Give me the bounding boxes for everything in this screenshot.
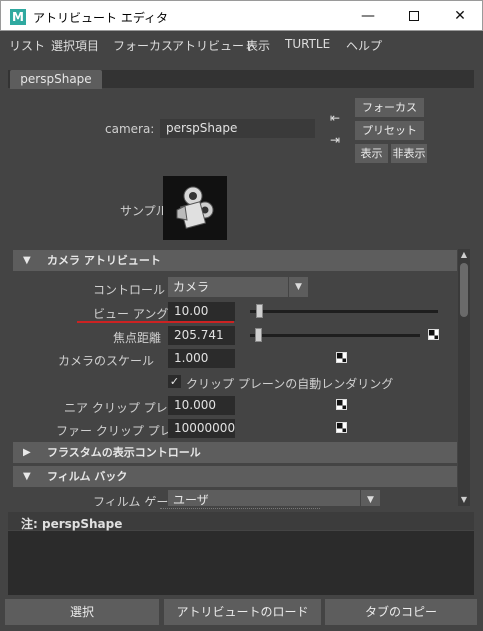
scroll-thumb[interactable] (460, 263, 468, 317)
film-back-header[interactable]: ▼ フィルム バック (13, 466, 457, 487)
chevron-down-icon[interactable]: ▼ (360, 490, 380, 506)
camera-label: camera: (105, 122, 155, 136)
menu-attributes[interactable]: アトリビュート (172, 37, 256, 54)
maximize-icon (409, 11, 419, 21)
checkmark-icon: ✓ (169, 375, 180, 388)
load-attributes-button[interactable]: アトリビュートのロード (164, 599, 321, 625)
menu-show[interactable]: 表示 (246, 37, 270, 54)
camera-attributes-header[interactable]: ▼ カメラ アトリビュート (13, 250, 457, 271)
notes-label: 注: perspShape (21, 517, 123, 531)
view-angle-slider-handle[interactable] (255, 304, 263, 318)
highlight-underline (77, 321, 234, 323)
scroll-up-icon[interactable]: ▲ (458, 249, 470, 261)
map-button-icon[interactable] (336, 399, 347, 410)
input-connections-icon[interactable]: ⇤ (327, 110, 343, 126)
presets-button[interactable]: プリセット (355, 121, 424, 140)
auto-render-clip-checkbox[interactable]: ✓ (168, 375, 181, 388)
focal-length-label: 焦点距離 (113, 331, 162, 345)
show-button[interactable]: 表示 (355, 144, 388, 163)
view-angle-field[interactable]: 10.00 (168, 302, 235, 321)
focal-length-slider-track[interactable] (250, 334, 420, 337)
focal-length-field[interactable]: 205.741 (168, 326, 235, 345)
chevron-down-icon[interactable]: ▼ (288, 277, 308, 297)
expanded-arrow-icon: ▼ (23, 471, 31, 482)
map-button-icon[interactable] (336, 422, 347, 433)
view-angle-slider-track[interactable] (250, 310, 438, 313)
menu-focus[interactable]: フォーカス (113, 37, 173, 54)
vertical-scrollbar[interactable]: ▲ ▼ (458, 249, 470, 506)
select-button[interactable]: 選択 (5, 599, 159, 625)
camera-scale-label: カメラのスケール (58, 354, 155, 368)
auto-render-clip-label: クリップ プレーンの自動レンダリング (186, 377, 394, 391)
map-button-icon[interactable] (336, 352, 347, 363)
expanded-arrow-icon: ▼ (23, 255, 31, 266)
scroll-down-icon[interactable]: ▼ (458, 494, 470, 506)
node-tab-strip: perspShape (8, 70, 474, 89)
camera-scale-field[interactable]: 1.000 (168, 349, 235, 368)
section-title: フラスタムの表示コントロール (47, 446, 201, 459)
collapsed-arrow-icon: ▶ (23, 447, 31, 458)
menu-selected[interactable]: 選択項目 (51, 37, 99, 54)
close-button[interactable]: ✕ (437, 1, 483, 31)
frustum-display-header[interactable]: ▶ フラスタムの表示コントロール (13, 442, 457, 463)
resize-divider[interactable] (160, 508, 320, 509)
sample-label: サンプル (120, 204, 168, 218)
notes-text-area[interactable] (8, 531, 474, 595)
film-back-clip: フィルム ゲート ユーザ ▼ (8, 488, 458, 506)
menu-list[interactable]: リスト (9, 37, 45, 54)
title-bar: M アトリビュート エディタ — ✕ (0, 0, 483, 31)
far-clip-field[interactable]: 10000000.0 (168, 419, 235, 438)
maximize-button[interactable] (391, 1, 437, 31)
window-title: アトリビュート エディタ (33, 11, 168, 25)
menu-help[interactable]: ヘルプ (346, 37, 382, 54)
menu-bar: リスト 選択項目 フォーカス アトリビュート 表示 TURTLE ヘルプ (0, 31, 483, 56)
film-gate-dropdown[interactable]: ユーザ (168, 490, 360, 506)
output-connections-icon[interactable]: ⇥ (327, 132, 343, 148)
copy-tab-button[interactable]: タブのコピー (325, 599, 477, 625)
camera-icon (163, 176, 227, 240)
hide-button[interactable]: 非表示 (391, 144, 427, 163)
focal-length-slider-handle[interactable] (255, 328, 263, 342)
control-dropdown[interactable]: カメラ (168, 277, 288, 297)
section-title: フィルム バック (47, 470, 128, 483)
camera-name-field[interactable]: perspShape (160, 119, 315, 138)
section-title: カメラ アトリビュート (47, 254, 161, 267)
focus-button[interactable]: フォーカス (355, 98, 424, 117)
near-clip-field[interactable]: 10.000 (168, 396, 235, 415)
maya-app-icon: M (10, 9, 26, 25)
map-button-icon[interactable] (428, 329, 439, 340)
menu-turtle[interactable]: TURTLE (285, 37, 330, 51)
minimize-button[interactable]: — (345, 1, 391, 31)
tab-perspshape[interactable]: perspShape (10, 70, 102, 89)
control-label: コントロール (93, 283, 166, 297)
camera-sample-swatch (163, 176, 227, 240)
